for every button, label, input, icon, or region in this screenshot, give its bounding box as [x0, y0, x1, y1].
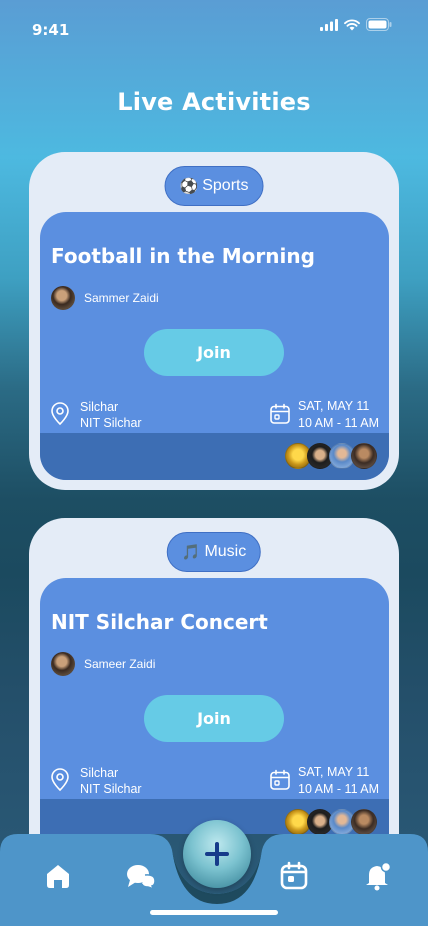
attendee-avatars[interactable] — [285, 809, 377, 834]
location-pin-icon — [51, 768, 69, 792]
location-city: Silchar — [80, 766, 119, 780]
wifi-icon — [344, 18, 360, 30]
attendee-avatar — [351, 809, 377, 834]
page-title: Live Activities — [117, 88, 311, 116]
soccer-ball-icon: ⚽ — [179, 178, 199, 195]
calendar-icon — [280, 861, 308, 890]
location-venue: NIT Silchar — [80, 782, 142, 796]
add-activity-button[interactable] — [183, 820, 251, 888]
nav-notifications[interactable] — [362, 860, 394, 892]
event-time: 10 AM - 11 AM — [298, 782, 380, 796]
music-note-icon: 🎵 — [181, 544, 201, 561]
event-title: Football in the Morning — [51, 244, 315, 268]
calendar-icon — [270, 769, 290, 790]
notification-icon — [366, 861, 392, 891]
attendee-avatar — [351, 443, 377, 469]
chat-icon — [127, 865, 156, 890]
event-schedule: SAT, MAY 11 10 AM - 11 AM — [298, 764, 379, 798]
attendee-avatars[interactable] — [285, 443, 377, 469]
host-name[interactable]: Sameer Zaidi — [84, 657, 155, 671]
status-icons — [320, 18, 392, 31]
add-icon — [205, 842, 229, 866]
category-pill[interactable]: 🎵 Music — [166, 532, 262, 572]
signal-icon — [320, 18, 338, 31]
nav-calendar[interactable] — [278, 860, 310, 892]
home-indicator — [150, 910, 278, 915]
event-date: SAT, MAY 11 — [298, 399, 370, 413]
category-label: Music — [204, 543, 247, 560]
host-avatar[interactable] — [51, 286, 75, 310]
status-bar: 9:41 — [0, 0, 428, 56]
join-button[interactable]: Join — [144, 329, 284, 376]
status-time: 9:41 — [32, 21, 70, 39]
activity-details: Football in the Morning Sammer Zaidi Joi… — [40, 212, 389, 480]
event-schedule: SAT, MAY 11 10 AM - 11 AM — [298, 398, 379, 432]
location-pin-icon — [51, 402, 69, 426]
activity-details: NIT Silchar Concert Sameer Zaidi Join Si… — [40, 578, 389, 834]
battery-icon — [366, 18, 392, 31]
host-avatar[interactable] — [51, 652, 75, 676]
location-text: Silchar NIT Silchar — [80, 765, 142, 797]
category-pill[interactable]: ⚽ Sports — [164, 166, 264, 206]
calendar-icon — [270, 403, 290, 424]
activity-card[interactable]: 🎵 Music NIT Silchar Concert Sameer Zaidi… — [29, 518, 399, 834]
category-label: Sports — [202, 177, 249, 194]
location-city: Silchar — [80, 400, 119, 414]
location-text: Silchar NIT Silchar — [80, 399, 142, 431]
bottom-nav — [0, 820, 428, 926]
location-venue: NIT Silchar — [80, 416, 142, 430]
event-time: 10 AM - 11 AM — [298, 416, 380, 430]
join-button[interactable]: Join — [144, 695, 284, 742]
nav-chat[interactable] — [125, 860, 157, 892]
activity-card[interactable]: ⚽ Sports Football in the Morning Sammer … — [29, 152, 399, 490]
event-date: SAT, MAY 11 — [298, 765, 370, 779]
host-name[interactable]: Sammer Zaidi — [84, 291, 159, 305]
nav-home[interactable] — [42, 860, 74, 892]
event-title: NIT Silchar Concert — [51, 610, 268, 634]
home-icon — [47, 865, 69, 888]
